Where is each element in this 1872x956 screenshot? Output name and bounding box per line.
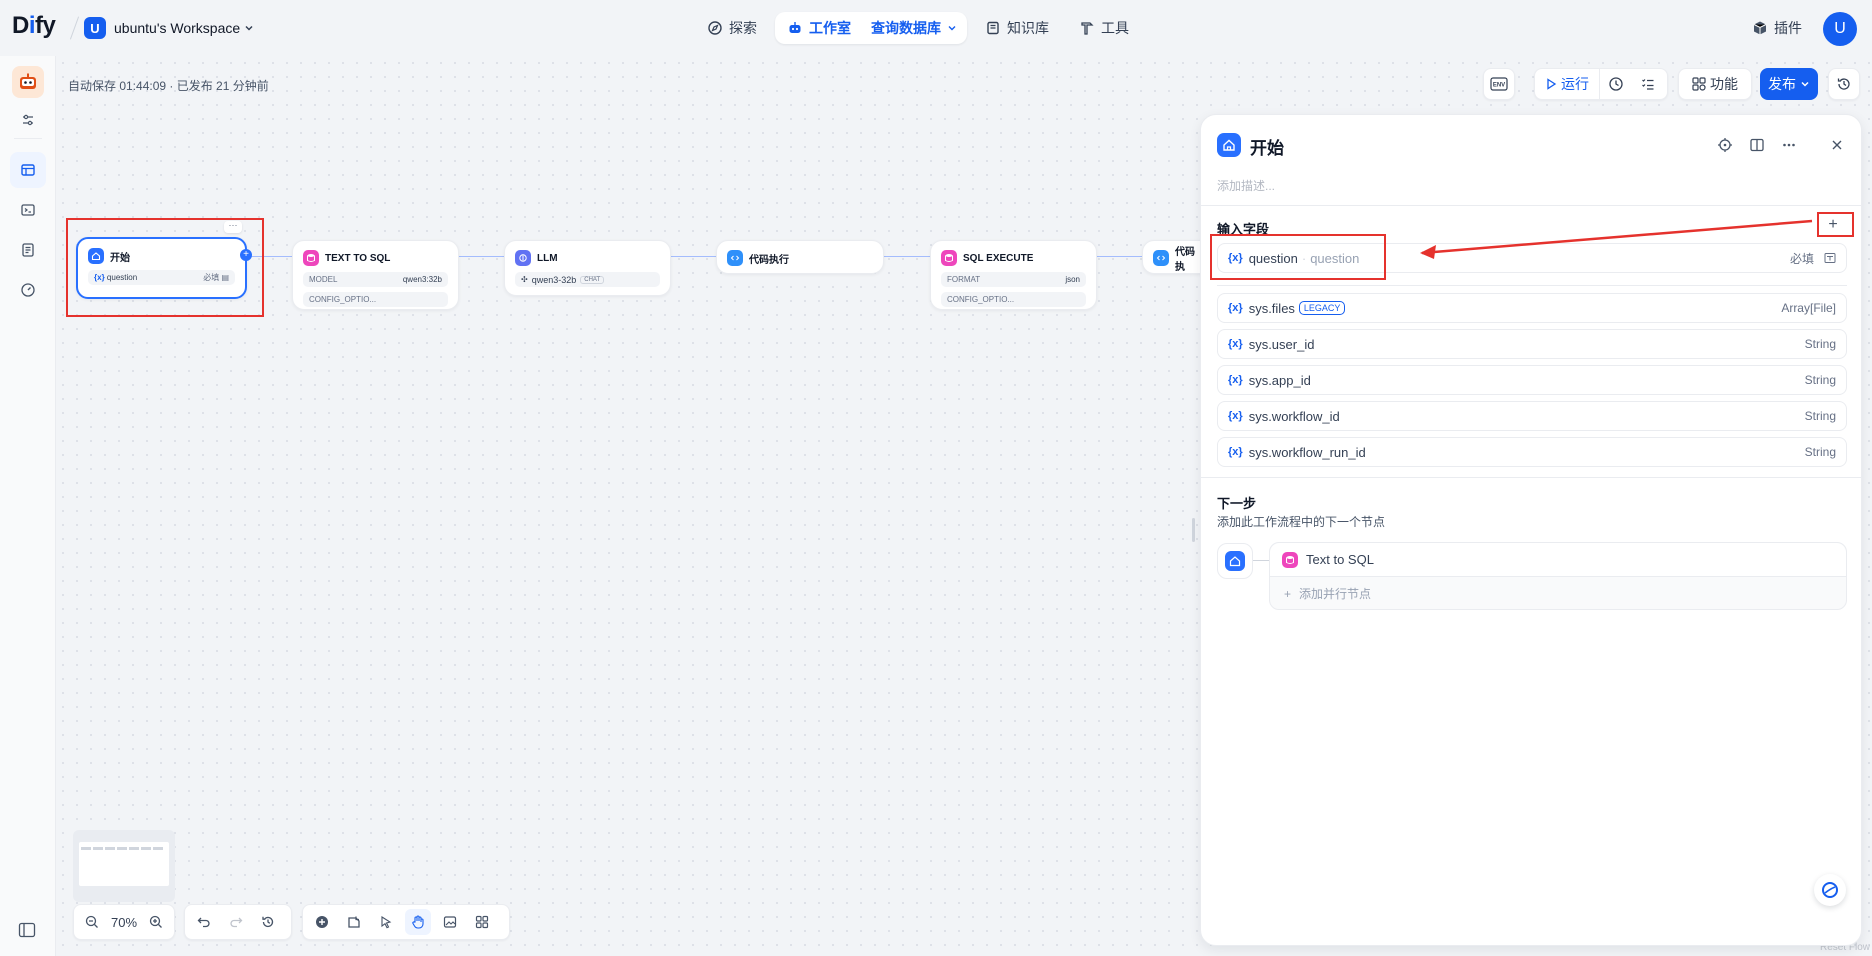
help-chat-button[interactable]: [1814, 874, 1846, 906]
annotation-arrow: [1420, 219, 1813, 259]
chat-bubble-icon: [1822, 882, 1838, 898]
